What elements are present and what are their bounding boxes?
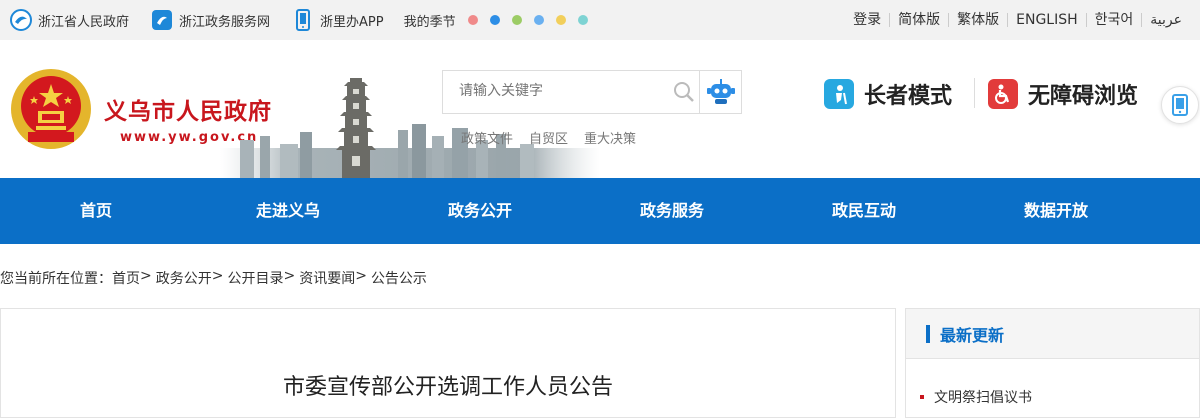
latest-updates-panel: 最新更新 文明祭扫倡议书 bbox=[905, 308, 1200, 418]
title-accent-bar bbox=[926, 324, 930, 343]
elder-mode-button[interactable]: 长者模式 bbox=[824, 78, 952, 110]
breadcrumb-separator: > bbox=[355, 268, 367, 284]
link-zlb-app-label: 浙里办APP bbox=[320, 14, 384, 30]
breadcrumb-catalog[interactable]: 公开目录 bbox=[227, 268, 283, 288]
breadcrumb-news[interactable]: 资讯要闻 bbox=[299, 268, 355, 288]
arabic-link[interactable]: عربية bbox=[1141, 13, 1190, 27]
season-switcher: 我的季节 bbox=[404, 11, 594, 30]
breadcrumb-home[interactable]: 首页 bbox=[112, 268, 140, 288]
season-dot-1[interactable] bbox=[467, 15, 478, 25]
breadcrumb-separator: > bbox=[283, 268, 296, 284]
latest-updates-title: 最新更新 bbox=[940, 325, 1005, 345]
hot-keyword-decision[interactable]: 重大决策 bbox=[584, 128, 636, 147]
smart-assistant-button[interactable] bbox=[700, 70, 742, 114]
breadcrumb: 您当前所在位置： 首页 > 政务公开 > 公开目录 > 资讯要闻 > 公告公示 bbox=[0, 268, 427, 288]
link-zj-service[interactable]: 浙江政务服务网 bbox=[151, 9, 270, 31]
link-zlb-app[interactable]: 浙里办APP bbox=[292, 9, 384, 31]
main-nav: 首页 走进义乌 政务公开 政务服务 政民互动 数据开放 bbox=[0, 178, 1200, 244]
search-box bbox=[442, 70, 700, 114]
season-dot-5[interactable] bbox=[555, 15, 566, 25]
top-bar: 浙江省人民政府 浙江政务服务网 浙里办APP 我的季节 登录 简体版 繁体版 E… bbox=[0, 0, 1200, 40]
latest-updates-header: 最新更新 bbox=[906, 309, 1199, 359]
wheelchair-icon bbox=[988, 79, 1018, 109]
mode-divider bbox=[974, 78, 975, 108]
search-input[interactable] bbox=[443, 71, 663, 111]
elder-mode-label: 长者模式 bbox=[864, 84, 953, 109]
national-emblem-icon bbox=[11, 69, 91, 149]
nav-home[interactable]: 首页 bbox=[0, 178, 192, 244]
simplified-chinese-link[interactable]: 简体版 bbox=[889, 13, 948, 27]
season-dot-6[interactable] bbox=[577, 15, 588, 25]
article-title: 市委宣传部公开选调工作人员公告 bbox=[282, 375, 613, 400]
top-right-links: 登录 简体版 繁体版 ENGLISH 한국어 عربية bbox=[845, 0, 1190, 40]
season-label: 我的季节 bbox=[403, 14, 456, 30]
nav-about-yiwu[interactable]: 走进义乌 bbox=[192, 178, 384, 244]
zj-service-icon bbox=[151, 9, 173, 31]
search-icon[interactable] bbox=[673, 81, 695, 103]
season-dot-3[interactable] bbox=[511, 15, 522, 25]
breadcrumb-prefix: 您当前所在位置： bbox=[0, 271, 112, 287]
breadcrumb-separator: > bbox=[211, 268, 224, 284]
nav-interaction[interactable]: 政民互动 bbox=[768, 178, 960, 244]
mobile-version-button[interactable] bbox=[1161, 86, 1199, 124]
article-panel: 市委宣传部公开选调工作人员公告 bbox=[0, 308, 896, 418]
accessible-browse-label: 无障碍浏览 bbox=[1028, 84, 1139, 109]
link-zhejiang-gov[interactable]: 浙江省人民政府 bbox=[10, 9, 129, 31]
link-zj-service-label: 浙江政务服务网 bbox=[179, 14, 271, 30]
login-link[interactable]: 登录 bbox=[845, 13, 889, 27]
hot-keywords: 政策文件 自贸区 重大决策 bbox=[461, 128, 652, 147]
nav-gov-services[interactable]: 政务服务 bbox=[576, 178, 768, 244]
link-zhejiang-gov-label: 浙江省人民政府 bbox=[38, 14, 130, 30]
breadcrumb-notices[interactable]: 公告公示 bbox=[371, 268, 427, 288]
breadcrumb-gov-open[interactable]: 政务公开 bbox=[156, 268, 212, 288]
mobile-app-icon bbox=[292, 9, 314, 31]
elder-mode-icon bbox=[824, 79, 854, 109]
breadcrumb-separator: > bbox=[140, 268, 152, 284]
season-dot-4[interactable] bbox=[533, 15, 544, 25]
robot-icon bbox=[706, 79, 735, 104]
accessible-browse-button[interactable]: 无障碍浏览 bbox=[988, 78, 1138, 110]
traditional-chinese-link[interactable]: 繁体版 bbox=[948, 13, 1007, 27]
korean-link[interactable]: 한국어 bbox=[1085, 13, 1142, 27]
bullet-icon bbox=[920, 395, 924, 399]
phone-icon bbox=[1172, 94, 1188, 116]
list-item[interactable]: 文明祭扫倡议书 bbox=[920, 387, 1032, 407]
list-item-label: 文明祭扫倡议书 bbox=[934, 390, 1032, 406]
zhejiang-gov-icon bbox=[10, 9, 32, 31]
site-header: 义乌市人民政府 www.yw.gov.cn 请输入关键字 政策文件 自贸区 重大… bbox=[0, 40, 1200, 178]
english-link[interactable]: ENGLISH bbox=[1007, 13, 1086, 27]
season-dot-2[interactable] bbox=[489, 15, 500, 25]
hot-keyword-policy[interactable]: 政策文件 bbox=[461, 128, 513, 147]
nav-gov-affairs-open[interactable]: 政务公开 bbox=[384, 178, 576, 244]
nav-open-data[interactable]: 数据开放 bbox=[960, 178, 1152, 244]
hot-keyword-ftz[interactable]: 自贸区 bbox=[529, 128, 568, 147]
